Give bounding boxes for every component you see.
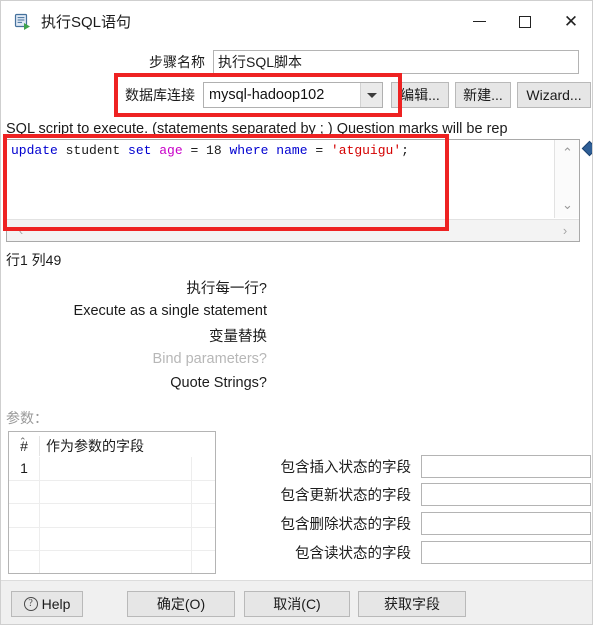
row-spacer-cell xyxy=(191,457,215,480)
window-title: 执行SQL语句 xyxy=(41,14,132,31)
parameters-table-header: ⌃ # 作为参数的字段 xyxy=(9,432,215,457)
row-field-cell[interactable] xyxy=(39,527,191,550)
step-name-input[interactable] xyxy=(213,50,579,74)
option-label: Quote Strings? xyxy=(170,375,267,391)
status-field-input[interactable] xyxy=(421,483,591,506)
row-field-cell[interactable] xyxy=(39,480,191,503)
option-label: Bind parameters? xyxy=(152,351,267,367)
question-mark-icon: ? xyxy=(23,597,38,611)
status-field-label: 包含读状态的字段 xyxy=(295,546,411,562)
status-field-input[interactable] xyxy=(421,541,591,564)
option-row-0[interactable]: 执行每一行? xyxy=(1,275,267,299)
row-spacer-cell xyxy=(191,480,215,503)
status-field-row-3: 包含读状态的字段 xyxy=(241,540,591,565)
minimize-button[interactable] xyxy=(456,1,502,42)
sql-token: = xyxy=(307,143,331,158)
row-field-cell[interactable] xyxy=(39,504,191,527)
scroll-left-icon[interactable]: ‹ xyxy=(9,220,33,241)
sql-horizontal-scrollbar[interactable]: ‹ › xyxy=(7,219,579,241)
sql-script-label: SQL script to execute. (statements separ… xyxy=(6,121,508,137)
table-row[interactable]: 1 xyxy=(9,457,215,481)
option-label: Execute as a single statement xyxy=(73,303,267,319)
help-button-label: Help xyxy=(41,596,71,612)
column-header-index[interactable]: ⌃ # xyxy=(9,436,39,456)
parameters-label: 参数： xyxy=(6,410,48,426)
database-connection-value: mysql-hadoop102 xyxy=(209,87,325,103)
sql-statement-line: update student set age = 18 where name =… xyxy=(11,143,555,159)
table-row[interactable] xyxy=(9,480,215,504)
status-field-row-1: 包含更新状态的字段 xyxy=(241,482,591,507)
sql-token: student xyxy=(57,143,129,158)
status-field-row-2: 包含删除状态的字段 xyxy=(241,511,591,536)
option-row-2[interactable]: 变量替换 xyxy=(1,323,267,347)
row-spacer-cell xyxy=(191,551,215,573)
row-field-cell[interactable] xyxy=(39,457,191,480)
sql-execute-icon xyxy=(13,12,33,32)
new-connection-button[interactable]: 新建... xyxy=(455,82,511,108)
parameters-table[interactable]: ⌃ # 作为参数的字段 1 xyxy=(8,431,216,574)
status-field-label: 包含删除状态的字段 xyxy=(280,517,412,533)
table-row[interactable] xyxy=(9,551,215,573)
maximize-button[interactable] xyxy=(502,1,548,42)
status-field-label: 包含更新状态的字段 xyxy=(280,488,412,504)
status-field-row-0: 包含插入状态的字段 xyxy=(241,454,591,479)
sql-token: ; xyxy=(401,143,409,158)
close-icon: ✕ xyxy=(563,11,579,32)
sql-vertical-scrollbar[interactable]: ⌃ ⌄ xyxy=(554,140,579,218)
sql-token: = 18 xyxy=(182,143,230,158)
option-row-3: Bind parameters? xyxy=(1,347,267,371)
row-field-cell[interactable] xyxy=(39,551,191,573)
option-label: 变量替换 xyxy=(209,328,267,345)
sql-token: where xyxy=(229,143,269,158)
status-field-input[interactable] xyxy=(421,455,591,478)
scroll-down-icon[interactable]: ⌄ xyxy=(555,194,580,216)
database-connection-select[interactable]: mysql-hadoop102 xyxy=(203,82,383,108)
scroll-up-icon[interactable]: ⌃ xyxy=(555,142,580,164)
sql-editor[interactable]: update student set age = 18 where name =… xyxy=(6,139,580,242)
wizard-button[interactable]: Wizard... xyxy=(517,82,591,108)
editor-marker-icon xyxy=(581,140,592,157)
row-index-cell: 1 xyxy=(20,460,28,477)
sort-ascending-icon: ⌃ xyxy=(19,436,27,446)
sql-text-area[interactable]: update student set age = 18 where name =… xyxy=(7,140,555,218)
help-button[interactable]: ? Help xyxy=(11,591,83,617)
row-spacer-cell xyxy=(191,527,215,550)
options-list: 执行每一行? Execute as a single statement 变量替换 B… xyxy=(1,275,592,395)
cancel-button[interactable]: 取消(C) xyxy=(244,591,350,617)
database-connection-row: 数据库连接 mysql-hadoop102 编辑... 新建... Wizard… xyxy=(1,81,592,109)
option-row-4[interactable]: Quote Strings? xyxy=(1,371,267,395)
row-spacer-cell xyxy=(191,504,215,527)
sql-token: update xyxy=(11,143,58,158)
status-field-label: 包含插入状态的字段 xyxy=(280,460,412,476)
table-row[interactable] xyxy=(9,504,215,528)
column-header-field-label: 作为参数的字段 xyxy=(46,438,144,454)
step-name-label: 步骤名称 xyxy=(149,54,205,70)
sql-token: set xyxy=(128,143,152,158)
sql-token: 'atguigu' xyxy=(330,143,402,158)
window-controls: ✕ xyxy=(456,1,592,42)
ok-button[interactable]: 确定(O) xyxy=(127,591,235,617)
database-connection-label: 数据库连接 xyxy=(125,87,195,103)
execute-sql-dialog: 执行SQL语句 ✕ 步骤名称 数据库连接 mysql-hadoop102 编辑.… xyxy=(0,0,593,625)
option-row-1[interactable]: Execute as a single statement xyxy=(1,299,267,323)
dialog-footer: ? Help 确定(O) 取消(C) 获取字段 xyxy=(1,580,592,624)
step-name-row: 步骤名称 xyxy=(1,49,592,75)
edit-connection-button[interactable]: 编辑... xyxy=(391,82,449,108)
option-label: 执行每一行? xyxy=(186,280,267,297)
cursor-position-status: 行1 列49 xyxy=(6,252,62,268)
parameters-table-body: 1 xyxy=(9,457,215,573)
column-header-field[interactable]: 作为参数的字段 xyxy=(39,436,191,456)
table-row[interactable] xyxy=(9,527,215,551)
chevron-down-icon xyxy=(360,83,382,107)
sql-token: name xyxy=(276,143,308,158)
close-button[interactable]: ✕ xyxy=(548,1,592,42)
sql-token: age xyxy=(159,143,183,158)
get-fields-button[interactable]: 获取字段 xyxy=(358,591,466,617)
scroll-right-icon[interactable]: › xyxy=(553,220,577,241)
status-field-input[interactable] xyxy=(421,512,591,535)
title-bar: 执行SQL语句 ✕ xyxy=(1,1,592,42)
